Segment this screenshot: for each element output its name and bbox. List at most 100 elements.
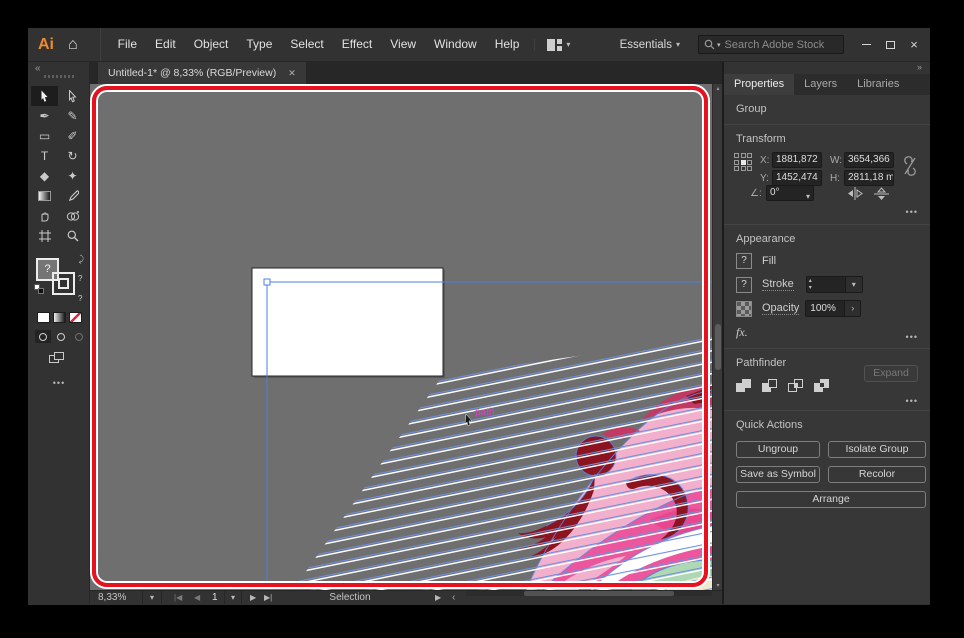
- edit-toolbar-button[interactable]: •••: [28, 378, 90, 388]
- ungroup-button[interactable]: Ungroup: [736, 441, 820, 458]
- horizontal-scrollbar[interactable]: [466, 591, 712, 596]
- color-swatch-white[interactable]: [37, 312, 50, 323]
- collapse-dock-icon[interactable]: «: [35, 63, 41, 74]
- dock-drag-handle[interactable]: [44, 75, 74, 78]
- menu-type[interactable]: Type: [237, 28, 281, 61]
- shape-builder-tool[interactable]: [59, 206, 86, 226]
- gradient-swatch[interactable]: [53, 312, 66, 323]
- tab-libraries[interactable]: Libraries: [847, 74, 909, 95]
- collapse-panel-icon[interactable]: »: [917, 62, 922, 72]
- stroke-swatch[interactable]: ?: [736, 277, 752, 293]
- save-as-symbol-button[interactable]: Save as Symbol: [736, 466, 820, 483]
- rotate-tool[interactable]: ↻: [59, 146, 86, 166]
- recolor-button[interactable]: Recolor: [828, 466, 926, 483]
- fill-swatch[interactable]: ?: [736, 253, 752, 269]
- reference-point-icon[interactable]: [734, 153, 753, 172]
- change-screen-mode-button[interactable]: [49, 352, 65, 365]
- previous-artboard-icon[interactable]: ◀: [194, 591, 200, 604]
- menu-help[interactable]: Help: [486, 28, 529, 61]
- tab-close-icon[interactable]: ✕: [288, 68, 296, 79]
- pathfinder-exclude-icon[interactable]: [814, 379, 831, 393]
- rectangle-tool[interactable]: ▭: [31, 126, 58, 146]
- anchor-point[interactable]: [264, 279, 270, 285]
- swap-fill-stroke-icon[interactable]: ⤸: [79, 254, 84, 265]
- constrain-proportions-off-icon[interactable]: [902, 155, 918, 177]
- menu-select[interactable]: Select: [281, 28, 332, 61]
- eraser-tool[interactable]: ◆: [31, 166, 58, 186]
- menu-edit[interactable]: Edit: [146, 28, 185, 61]
- opacity-swatch[interactable]: [736, 301, 752, 317]
- default-fill-stroke-icon[interactable]: [34, 284, 44, 294]
- shaper-tool[interactable]: ✦: [59, 166, 86, 186]
- next-artboard-icon[interactable]: ▶: [250, 591, 256, 604]
- opacity-more-icon[interactable]: ›: [845, 300, 861, 317]
- search-adobe-stock-field[interactable]: ▾: [698, 35, 844, 54]
- flip-horizontal-icon[interactable]: [846, 187, 864, 200]
- status-indicator[interactable]: Selection: [290, 591, 410, 604]
- chevron-down-icon[interactable]: ▾: [676, 40, 680, 49]
- workspace-switcher[interactable]: Essentials: [620, 39, 672, 51]
- hscroll-left-icon[interactable]: ‹: [452, 591, 455, 604]
- eyedropper-tool[interactable]: [59, 186, 86, 206]
- rotation-dropdown[interactable]: 0° ▾: [766, 185, 814, 201]
- horizontal-scroll-thumb[interactable]: [524, 591, 674, 596]
- menu-window[interactable]: Window: [425, 28, 486, 61]
- opacity-field[interactable]: 100%: [805, 300, 845, 317]
- pen-tool[interactable]: ✒: [31, 106, 58, 126]
- status-next-icon[interactable]: ▶: [435, 591, 441, 604]
- last-artboard-icon[interactable]: ▶|: [264, 591, 272, 604]
- y-field[interactable]: 1452,474 mm: [772, 170, 822, 186]
- artboard-number[interactable]: 1: [212, 591, 218, 604]
- zoom-level[interactable]: 8,33%: [98, 591, 126, 604]
- canvas[interactable]: path: [90, 84, 712, 590]
- w-field[interactable]: 3654,366 mm: [844, 152, 894, 168]
- draw-inside-mode-button[interactable]: [71, 330, 87, 343]
- menu-view[interactable]: View: [381, 28, 425, 61]
- first-artboard-icon[interactable]: |◀: [174, 591, 182, 604]
- vertical-scrollbar[interactable]: ▴ ▾: [712, 84, 722, 590]
- zoom-tool[interactable]: [59, 226, 86, 246]
- tab-layers[interactable]: Layers: [794, 74, 847, 95]
- close-button[interactable]: ×: [902, 34, 926, 56]
- none-swatch[interactable]: [69, 312, 82, 323]
- minimize-button[interactable]: [854, 34, 878, 56]
- selection-tool[interactable]: [31, 86, 58, 106]
- pathfinder-intersect-icon[interactable]: [788, 379, 805, 393]
- document-tab[interactable]: Untitled-1* @ 8,33% (RGB/Preview) ✕: [98, 62, 306, 84]
- more-options-button[interactable]: •••: [906, 207, 918, 217]
- paintbrush-tool[interactable]: ✐: [59, 126, 86, 146]
- menu-file[interactable]: File: [109, 28, 146, 61]
- stepper-down-icon[interactable]: ▾: [809, 285, 812, 292]
- pathfinder-unite-icon[interactable]: [736, 379, 753, 393]
- home-icon[interactable]: ⌂: [68, 36, 78, 54]
- direct-selection-tool[interactable]: [59, 86, 86, 106]
- artboard-tool[interactable]: [31, 226, 58, 246]
- stroke-weight-dropdown[interactable]: ▾: [846, 276, 863, 293]
- vertical-scroll-thumb[interactable]: [715, 324, 721, 370]
- stroke-color-indicator[interactable]: [52, 272, 75, 295]
- arrange-documents-button[interactable]: ▾: [534, 39, 570, 51]
- more-options-button[interactable]: •••: [906, 332, 918, 342]
- search-input[interactable]: [725, 39, 825, 51]
- stroke-weight-stepper[interactable]: ▴ ▾: [806, 276, 846, 293]
- x-field[interactable]: 1881,872 mm: [772, 152, 822, 168]
- isolate-group-button[interactable]: Isolate Group: [828, 441, 926, 458]
- flip-vertical-icon[interactable]: [874, 187, 889, 201]
- tab-properties[interactable]: Properties: [724, 74, 794, 95]
- artboard-dropdown-icon[interactable]: ▾: [224, 591, 242, 604]
- maximize-button[interactable]: [878, 34, 902, 56]
- pathfinder-minus-front-icon[interactable]: [762, 379, 779, 393]
- stepper-up-icon[interactable]: ▴: [809, 278, 812, 285]
- expand-button[interactable]: Expand: [864, 365, 918, 382]
- h-field[interactable]: 2811,18 mm: [844, 170, 894, 186]
- menu-object[interactable]: Object: [185, 28, 238, 61]
- zoom-dropdown-icon[interactable]: ▾: [142, 591, 162, 604]
- draw-behind-mode-button[interactable]: [53, 330, 69, 343]
- more-options-button[interactable]: •••: [906, 396, 918, 406]
- opacity-label[interactable]: Opacity: [762, 302, 799, 315]
- effects-button[interactable]: fx.: [736, 325, 918, 340]
- type-tool[interactable]: T: [31, 146, 58, 166]
- gradient-tool[interactable]: [31, 186, 58, 206]
- arrange-button[interactable]: Arrange: [736, 491, 926, 508]
- menu-effect[interactable]: Effect: [333, 28, 381, 61]
